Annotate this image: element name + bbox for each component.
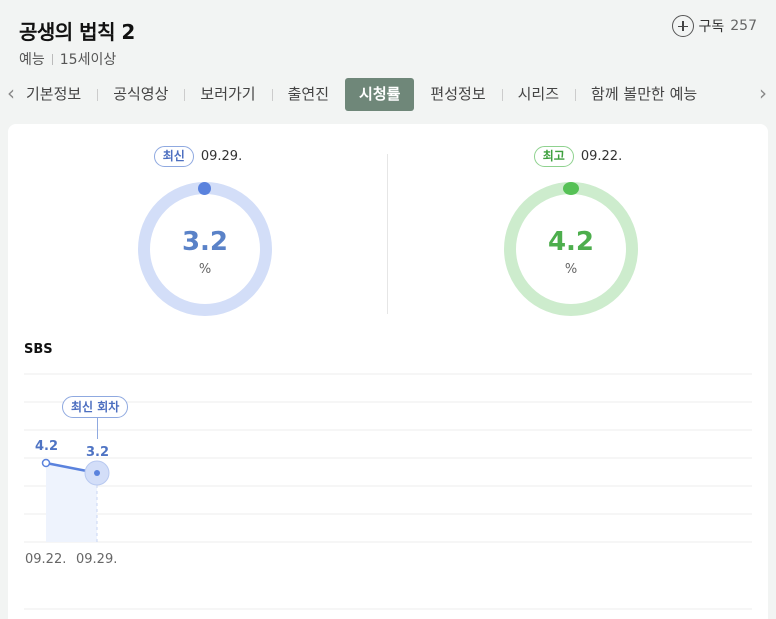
tab-track: 기본정보 공식영상 보러가기 출연진 시청률 편성정보 시리즈 함께 볼만한 예능 — [22, 76, 754, 112]
latest-ring-dot — [198, 181, 211, 195]
genre-label: 예능 — [19, 52, 45, 68]
chevron-right-icon[interactable]: › — [755, 82, 771, 104]
x-tick-label: 09.22. — [25, 552, 67, 567]
tab-item[interactable]: 기본정보 — [22, 78, 97, 111]
latest-badge-row: 최신 09.29. — [8, 146, 388, 167]
latest-rating-panel: 최신 09.29. 3.2 % — [8, 124, 388, 324]
best-value: 4.2 — [547, 227, 595, 257]
tab-row: 기본정보 공식영상 보러가기 출연진 시청률 편성정보 시리즈 함께 볼만한 예능 — [22, 76, 713, 112]
subscribe-count: 257 — [730, 18, 757, 34]
best-ring-dot — [563, 181, 579, 195]
tab-item[interactable]: 보러가기 — [184, 78, 271, 111]
data-point — [41, 458, 51, 468]
tab-item[interactable]: 시청률 — [345, 77, 415, 111]
latest-unit: % — [198, 262, 212, 277]
program-header: 공생의 법칙 2 예능 15세이상 구독 257 — [0, 0, 776, 76]
program-meta: 예능 15세이상 — [19, 49, 116, 69]
best-ring: 4.2 % — [504, 181, 638, 316]
ratings-card: 최신 09.29. 3.2 % 최고 09.22. 4.2 % SBS 최신 회… — [8, 124, 768, 619]
best-badge-row: 최고 09.22. — [388, 146, 768, 167]
tab-bar: ‹ 기본정보 공식영상 보러가기 출연진 시청률 편성정보 시리즈 함께 볼만한 예능 › — [0, 76, 776, 112]
subscribe-label: 구독 — [698, 19, 725, 35]
meta-divider — [51, 53, 53, 65]
plus-circle-icon — [671, 15, 694, 37]
program-title: 공생의 법칙 2 — [19, 20, 135, 44]
data-point — [94, 470, 100, 476]
best-date: 09.22. — [580, 149, 623, 164]
callout-connector — [97, 418, 98, 439]
best-rating-panel: 최고 09.22. 4.2 % — [388, 124, 768, 324]
chart-svg — [24, 373, 752, 610]
latest-date: 09.29. — [200, 149, 243, 164]
chevron-left-icon[interactable]: ‹ — [3, 82, 19, 104]
tab-item[interactable]: 함께 볼만한 예능 — [575, 78, 713, 111]
data-value-label: 4.2 — [35, 439, 59, 454]
age-rating-label: 15세이상 — [59, 52, 117, 68]
subscribe-button[interactable]: 구독 257 — [671, 15, 757, 37]
latest-badge: 최신 — [153, 146, 194, 167]
x-tick-label: 09.29. — [76, 552, 118, 567]
best-badge: 최고 — [533, 146, 574, 167]
latest-value: 3.2 — [181, 227, 229, 257]
channel-label: SBS — [24, 342, 53, 357]
data-value-label: 3.2 — [86, 445, 110, 460]
tab-item[interactable]: 편성정보 — [414, 78, 501, 111]
tab-item[interactable]: 공식영상 — [97, 78, 184, 111]
latest-ring: 3.2 % — [138, 181, 272, 316]
tab-item[interactable]: 시리즈 — [501, 78, 575, 111]
best-unit: % — [564, 262, 578, 277]
ratings-line-chart: 최신 회차 4.2 3.2 09.22. 09.29. — [24, 364, 752, 619]
latest-episode-callout: 최신 회차 — [62, 396, 129, 418]
tab-item[interactable]: 출연진 — [271, 78, 345, 111]
